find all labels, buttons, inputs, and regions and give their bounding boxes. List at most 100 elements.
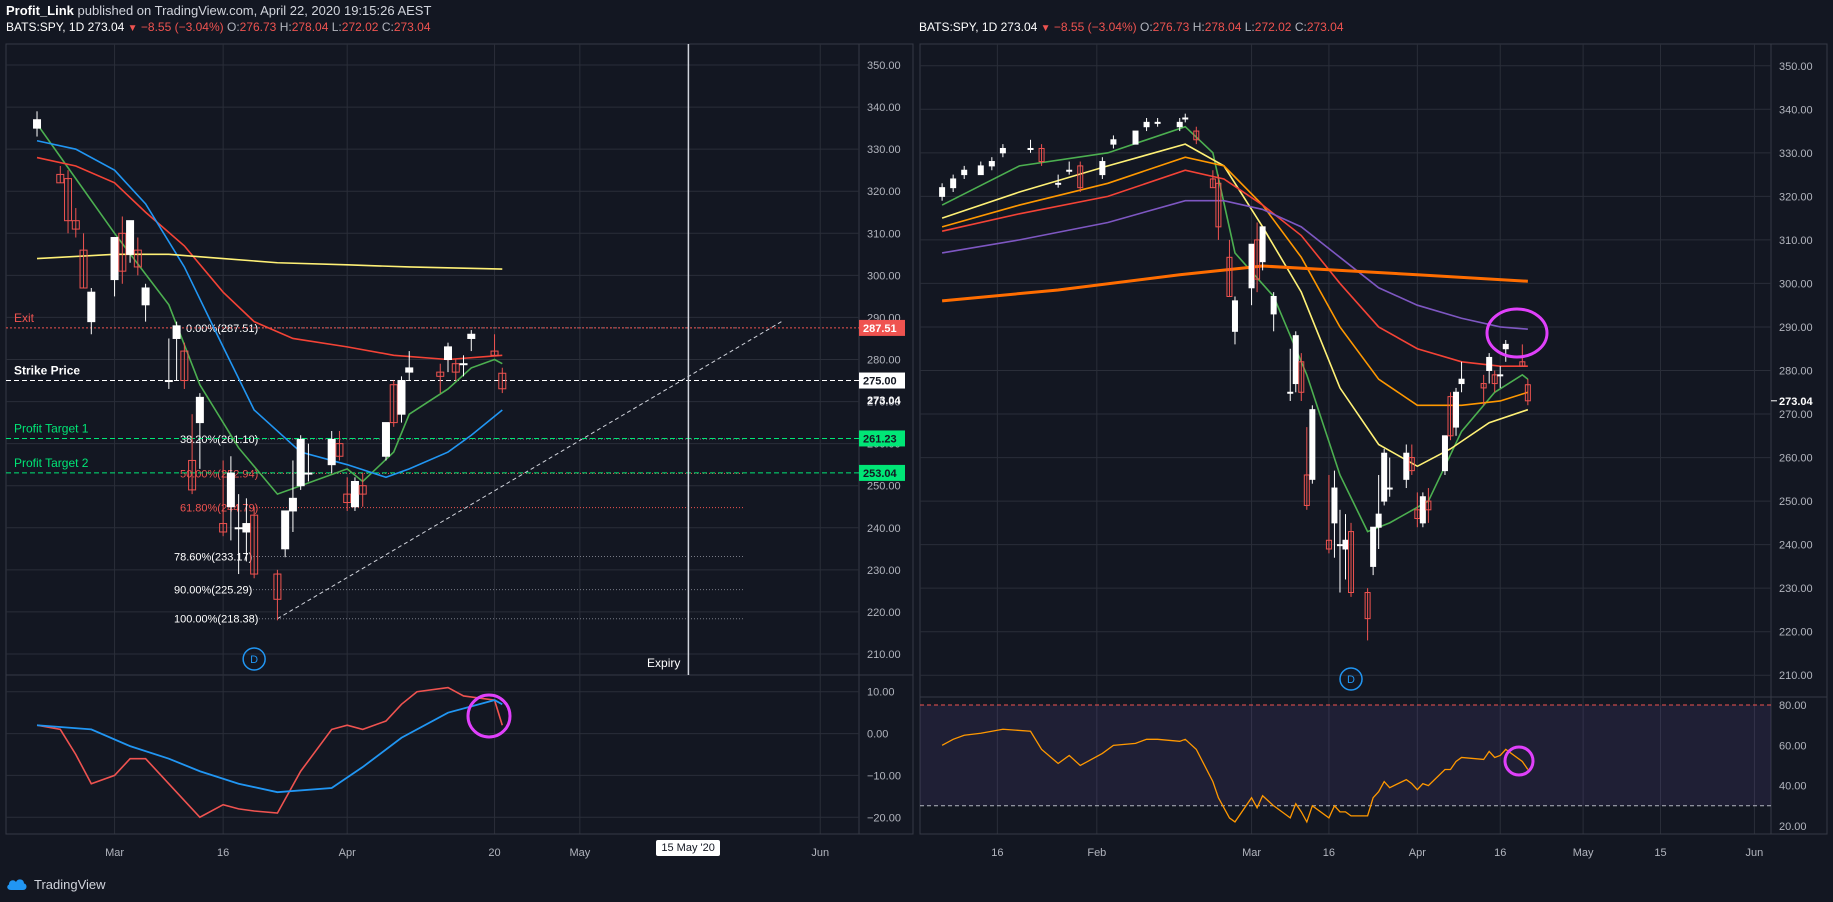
- x-tick-label: 16: [1494, 847, 1506, 859]
- candle: [1099, 161, 1106, 176]
- candle: [405, 367, 414, 373]
- candle: [961, 169, 968, 176]
- y-tick-label: 310.00: [867, 228, 901, 240]
- candle: [977, 165, 984, 176]
- dividend-label: D: [250, 654, 258, 666]
- level-label: Exit: [14, 311, 35, 325]
- candle: [1132, 130, 1139, 145]
- candle: [1419, 496, 1426, 524]
- candle: [1231, 300, 1238, 332]
- moving-average-line: [36, 156, 503, 361]
- candle: [1287, 391, 1294, 394]
- candle: [1375, 513, 1382, 528]
- y-tick-label: 300.00: [867, 270, 901, 282]
- candle: [1270, 295, 1277, 315]
- x-tick-label: 16: [217, 847, 229, 859]
- expiry-label: Expiry: [647, 656, 680, 670]
- level-label: Profit Target 1: [14, 421, 89, 435]
- candle: [999, 147, 1006, 154]
- rsi-tick-label: 20.00: [1779, 821, 1807, 833]
- y-tick-label: 290.00: [1779, 322, 1813, 334]
- candle: [1453, 391, 1460, 428]
- candle: [1342, 539, 1349, 550]
- candle: [1486, 356, 1493, 372]
- y-tick-label: 270.00: [1779, 409, 1813, 421]
- candle: [1066, 169, 1073, 172]
- x-tick-label: Mar: [1242, 847, 1261, 859]
- candle: [1386, 487, 1393, 490]
- x-tick-label: 20: [488, 847, 500, 859]
- y-tick-label: 240.00: [1779, 540, 1813, 552]
- y-tick-label: 350.00: [867, 60, 901, 72]
- candle: [459, 363, 468, 366]
- candle: [281, 510, 290, 550]
- y-tick-label: 330.00: [1779, 148, 1813, 160]
- moving-average-line: [941, 156, 1529, 407]
- candle: [1259, 226, 1266, 263]
- candle: [242, 523, 251, 533]
- candle: [1154, 121, 1161, 124]
- x-tick-label: May: [1573, 847, 1594, 859]
- candle: [126, 220, 135, 255]
- candle: [1458, 378, 1465, 385]
- osc-tick-label: −20.00: [867, 812, 901, 824]
- candle: [1502, 343, 1509, 350]
- y-tick-label: 210.00: [867, 649, 901, 661]
- x-tick-label: Feb: [1087, 847, 1106, 859]
- osc-tick-label: 10.00: [867, 687, 895, 699]
- y-tick-label: 340.00: [867, 102, 901, 114]
- level-label: Strike Price: [14, 364, 80, 378]
- candle: [1027, 147, 1034, 150]
- charts-svg[interactable]: 350.00 340.00 330.00 320.00 310.00 300.00 290.…: [0, 0, 1833, 872]
- y-tick-label: 240.00: [867, 523, 901, 535]
- candle: [110, 237, 119, 281]
- level-price-tag: 261.23: [863, 433, 897, 445]
- candle: [1292, 335, 1299, 385]
- tradingview-brand[interactable]: TradingView: [34, 877, 106, 892]
- candle: [1497, 374, 1504, 377]
- fib-level-label: 100.00%(218.38): [174, 614, 258, 626]
- price-axis: [1770, 43, 1828, 835]
- oscillator-line: [36, 686, 504, 819]
- candle: [1403, 452, 1410, 480]
- candle: [988, 161, 995, 167]
- panel-border: [5, 43, 860, 835]
- dividend-label: D: [1347, 674, 1355, 686]
- current-price-label: 273.04: [1779, 396, 1814, 408]
- candle: [381, 422, 390, 457]
- highlight-circle: [1485, 307, 1549, 359]
- footer: TradingView: [6, 874, 106, 894]
- y-tick-label: 320.00: [1779, 191, 1813, 203]
- fib-level-label: 90.00%(225.29): [174, 585, 252, 597]
- tradingview-cloud-icon: [7, 879, 27, 890]
- y-tick-label: 340.00: [1779, 104, 1813, 116]
- x-tick-label: Jun: [1746, 847, 1764, 859]
- y-tick-label: 260.00: [1779, 453, 1813, 465]
- y-tick-label: 220.00: [867, 607, 901, 619]
- y-tick-label: 280.00: [867, 355, 901, 367]
- candle: [141, 287, 150, 306]
- candle: [195, 396, 204, 424]
- fib-level-label: 78.60%(233.17): [174, 551, 252, 563]
- candle: [226, 472, 235, 508]
- y-tick-label: 300.00: [1779, 278, 1813, 290]
- candle: [1336, 544, 1343, 547]
- candle: [296, 438, 305, 487]
- rsi-tick-label: 40.00: [1779, 781, 1807, 793]
- y-tick-label: 250.00: [867, 481, 901, 493]
- y-tick-label: 310.00: [1779, 235, 1813, 247]
- candle: [164, 380, 173, 383]
- candle: [1370, 526, 1377, 567]
- candle: [939, 187, 946, 197]
- candle: [1331, 487, 1338, 524]
- level-price-tag: 287.51: [863, 323, 897, 335]
- x-tick-label: 15: [1654, 847, 1666, 859]
- candle: [1176, 121, 1183, 128]
- y-tick-label: 250.00: [1779, 496, 1813, 508]
- level-price-tag: 275.00: [863, 376, 897, 388]
- fib-level-label: 0.00%(287.51): [186, 323, 258, 335]
- candle: [1143, 121, 1150, 128]
- y-tick-label: 230.00: [867, 565, 901, 577]
- x-tick-label: 16: [1323, 847, 1335, 859]
- y-tick-label: 350.00: [1779, 61, 1813, 73]
